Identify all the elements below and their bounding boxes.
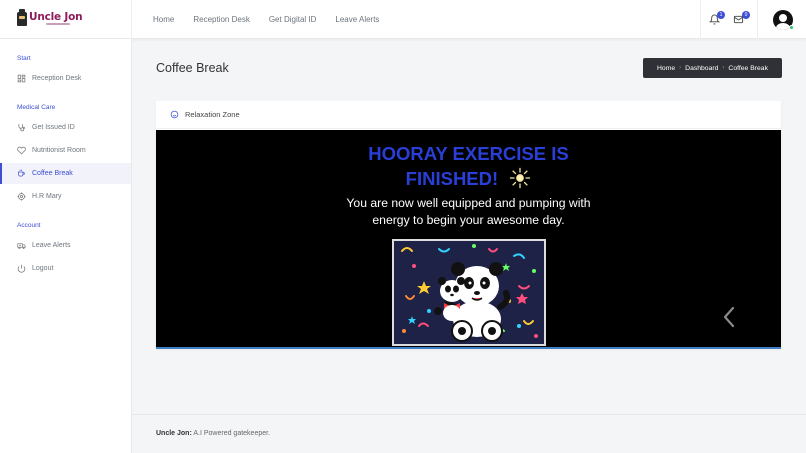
subtext-line-2: energy to begin your awesome day. — [372, 213, 565, 227]
coffee-icon — [17, 169, 26, 178]
smile-icon — [170, 110, 179, 119]
footer: Uncle Jon: A.I Powered gatekeeper. — [132, 414, 806, 453]
stethoscope-icon — [17, 123, 26, 132]
breadcrumb-dashboard[interactable]: Dashboard — [685, 65, 718, 72]
breadcrumb-home[interactable]: Home — [657, 65, 675, 72]
sidebar-item-leave-alerts[interactable]: Leave Alerts — [0, 235, 131, 256]
sidebar-item-label: Leave Alerts — [32, 242, 71, 249]
brand-name: Uncle Jon — [29, 11, 83, 23]
sidebar-item-label: Nutritionist Room — [32, 147, 86, 154]
sidebar-item-label: Logout — [32, 265, 54, 272]
page-title: Coffee Break — [156, 61, 229, 75]
sidebar: Start Reception Desk Medical Care Get Is… — [0, 39, 132, 453]
notifications-button[interactable]: 1 — [700, 0, 725, 39]
topnav-get-digital-id[interactable]: Get Digital ID — [269, 15, 317, 24]
card-title: Relaxation Zone — [185, 110, 240, 119]
headline-finished: FINISHED! — [405, 168, 499, 189]
sparkle-icon — [510, 167, 531, 189]
relaxation-card: Relaxation Zone HOORAY EXERCISE IS FINIS… — [156, 101, 781, 349]
heart-icon — [17, 146, 26, 155]
panda-celebration-image — [392, 239, 546, 346]
sidebar-item-label: Reception Desk — [32, 75, 82, 82]
card-header: Relaxation Zone — [156, 101, 781, 129]
sidebar-item-reception-desk[interactable]: Reception Desk — [0, 68, 131, 89]
logo-underline — [46, 23, 70, 25]
breadcrumb-separator-icon: › — [722, 65, 725, 71]
top-nav: Home Reception Desk Get Digital ID Leave… — [153, 0, 379, 39]
footer-tagline: A.I Powered gatekeeper. — [191, 430, 271, 437]
messages-badge: 0 — [742, 11, 750, 19]
sidebar-item-coffee-break[interactable]: Coffee Break — [0, 163, 131, 184]
grid-icon — [17, 74, 26, 83]
breadcrumb-current: Coffee Break — [728, 64, 768, 72]
headline-line-1: HOORAY EXERCISE IS — [368, 143, 569, 164]
subtext-line-1: You are now well equipped and pumping wi… — [346, 196, 591, 210]
breadcrumb: Home › Dashboard › Coffee Break — [643, 58, 782, 78]
topnav-leave-alerts[interactable]: Leave Alerts — [335, 15, 379, 24]
sidebar-item-logout[interactable]: Logout — [0, 258, 131, 279]
top-actions: 1 0 — [700, 0, 806, 39]
power-icon — [17, 264, 26, 273]
footer-text: Uncle Jon: A.I Powered gatekeeper. — [156, 430, 270, 437]
online-status-dot — [789, 25, 794, 30]
breadcrumb-separator-icon: › — [679, 65, 682, 71]
logo-mark-icon — [17, 9, 27, 26]
footer-brand: Uncle Jon: — [156, 430, 192, 437]
sidebar-item-label: H.R Mary — [32, 193, 62, 200]
ambulance-icon — [17, 241, 26, 250]
sidebar-section-start: Start — [17, 55, 31, 62]
topnav-home[interactable]: Home — [153, 15, 174, 24]
top-bar: Uncle Jon Home Reception Desk Get Digita… — [0, 0, 806, 39]
user-menu[interactable] — [757, 0, 806, 39]
topnav-reception-desk[interactable]: Reception Desk — [193, 15, 249, 24]
sidebar-item-hr-mary[interactable]: H.R Mary — [0, 186, 131, 207]
sidebar-item-label: Get Issued ID — [32, 124, 75, 131]
headline-line-2: FINISHED! — [156, 167, 781, 190]
slideshow: HOORAY EXERCISE IS FINISHED! You are now… — [156, 130, 781, 349]
sidebar-item-label: Coffee Break — [32, 170, 73, 177]
carousel-prev-icon[interactable] — [722, 306, 736, 328]
messages-button[interactable]: 0 — [724, 0, 757, 39]
gear-icon — [17, 192, 26, 201]
sidebar-item-get-issued-id[interactable]: Get Issued ID — [0, 117, 131, 138]
sidebar-item-nutritionist-room[interactable]: Nutritionist Room — [0, 140, 131, 161]
sidebar-section-medical-care: Medical Care — [17, 104, 56, 111]
brand-logo[interactable]: Uncle Jon — [0, 0, 132, 39]
sidebar-section-account: Account — [17, 222, 41, 229]
